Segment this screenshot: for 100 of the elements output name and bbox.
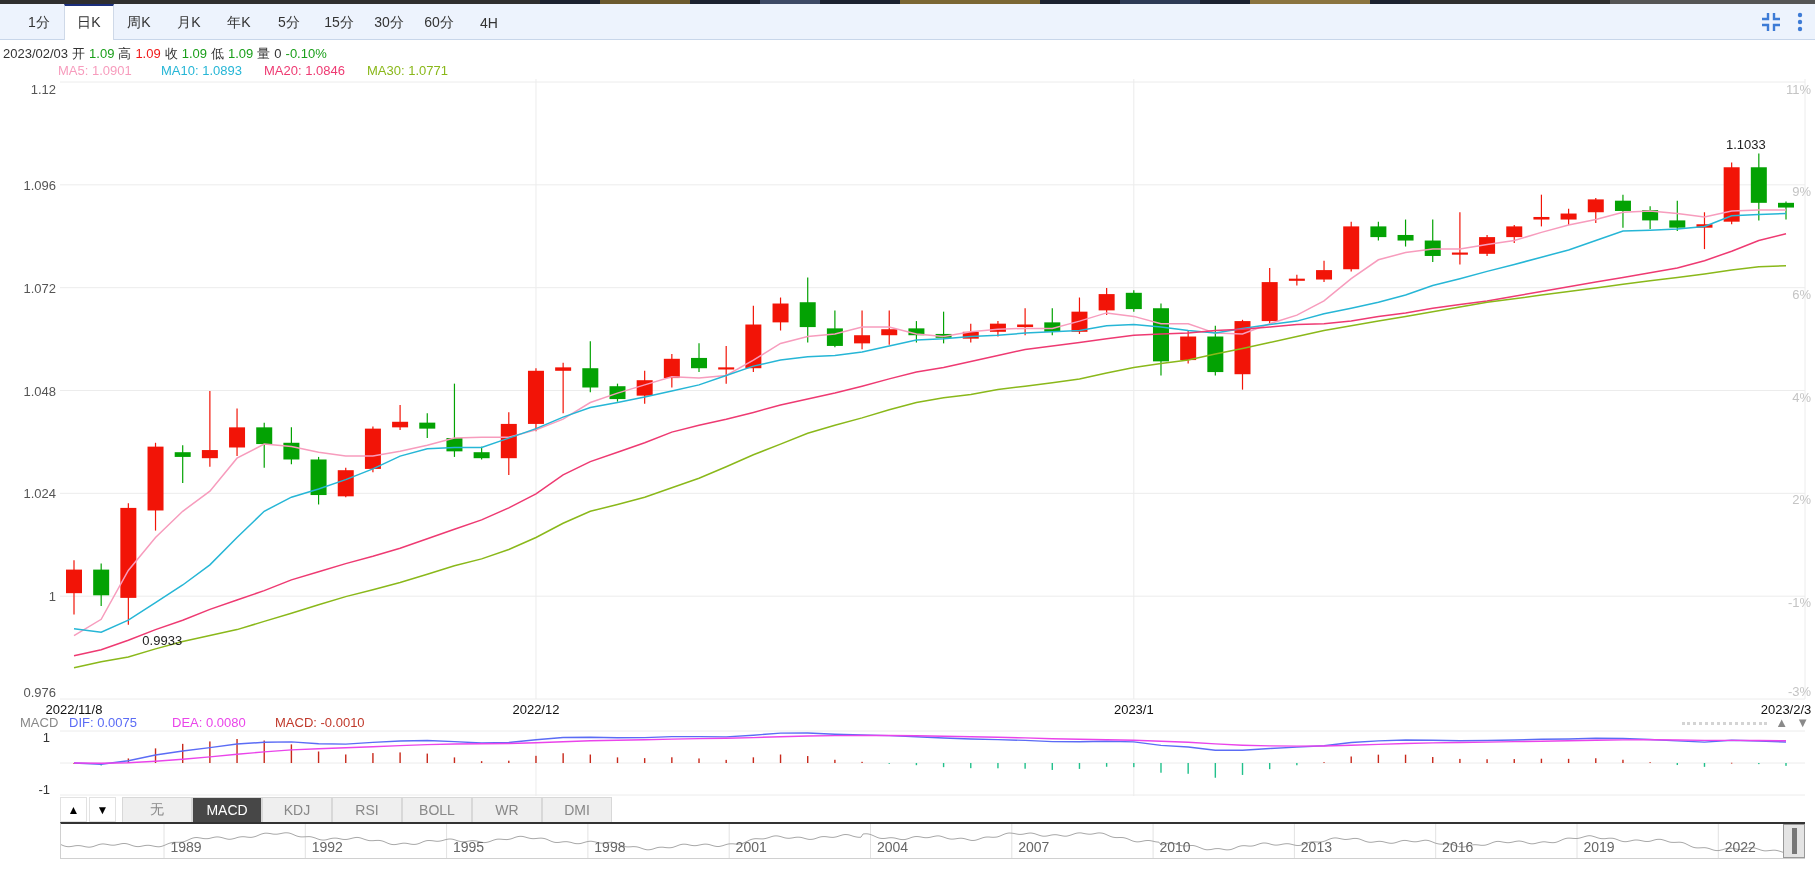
candlestick xyxy=(636,370,653,405)
histogram-bar xyxy=(1241,763,1244,775)
moving-average-value: MA30: 1.0771 xyxy=(367,62,449,79)
histogram-bar xyxy=(453,757,456,763)
candlestick xyxy=(1506,224,1523,244)
period-tab[interactable]: 60分 xyxy=(414,4,464,39)
period-tab[interactable]: 4H xyxy=(464,4,514,39)
candlestick xyxy=(1343,221,1360,272)
indicator-value: DEA: 0.0080 xyxy=(172,716,247,730)
histogram-bar xyxy=(915,763,918,766)
candlestick xyxy=(283,426,300,465)
candlestick xyxy=(1234,319,1251,391)
candlestick xyxy=(229,407,246,457)
candlestick xyxy=(1723,161,1740,225)
date-label: 2023/1 xyxy=(1113,702,1154,716)
candlestick xyxy=(256,422,273,469)
axis-label: 9% xyxy=(1792,183,1811,199)
candlestick xyxy=(826,309,843,348)
quote-value: 1.09 xyxy=(89,45,115,62)
candlestick xyxy=(337,467,354,498)
candlestick xyxy=(609,383,626,403)
axis-label: 6% xyxy=(1792,286,1811,302)
candlestick xyxy=(1614,194,1631,229)
axis-label: -1% xyxy=(1787,595,1811,611)
period-tab[interactable]: 月K xyxy=(164,4,214,39)
histogram-bar xyxy=(1377,754,1380,763)
candlestick xyxy=(582,340,599,393)
candlestick xyxy=(1207,325,1224,377)
histogram-bar xyxy=(1567,758,1570,763)
moving-average-value: MA20: 1.0846 xyxy=(264,62,346,79)
drag-handle[interactable] xyxy=(1682,721,1768,725)
candlestick xyxy=(772,296,789,332)
year-label: 2022 xyxy=(1724,839,1756,855)
histogram-bar xyxy=(1540,758,1543,763)
year-label: 1989 xyxy=(170,839,202,855)
candlestick xyxy=(1017,307,1034,336)
more-icon[interactable] xyxy=(1797,11,1803,32)
candlestick xyxy=(989,320,1006,338)
move-down-button[interactable]: ▼ xyxy=(89,797,116,822)
indicator-tab[interactable]: MACD xyxy=(192,797,262,822)
candlestick xyxy=(1125,289,1142,313)
moving-average-value: MA5: 1.0901 xyxy=(58,62,133,79)
candlestick xyxy=(745,305,762,373)
candlestick xyxy=(691,342,707,373)
histogram-bar xyxy=(317,751,320,763)
candlestick xyxy=(364,425,381,473)
candlestick xyxy=(935,311,952,344)
candlestick xyxy=(473,446,490,461)
year-label: 1995 xyxy=(453,839,485,855)
axis-label: 4% xyxy=(1792,389,1811,405)
period-tab[interactable]: 5分 xyxy=(264,4,314,39)
candlestick xyxy=(1044,307,1061,336)
indicator-value: DIF: 0.0075 xyxy=(69,716,138,730)
year-label: 2001 xyxy=(735,839,767,855)
period-tab[interactable]: 30分 xyxy=(364,4,414,39)
candlestick xyxy=(1479,234,1496,257)
date-label: 2022/12 xyxy=(512,702,560,716)
candlestick xyxy=(1098,287,1115,316)
candlestick xyxy=(718,345,735,385)
axis-label: 1 xyxy=(48,589,56,605)
range-navigator[interactable]: 1989 1992 1995 1998 2001 2004 2007 2010 2013 2016 2019 2022 xyxy=(60,822,1805,859)
candlestick xyxy=(1560,208,1577,226)
period-tab[interactable]: 周K xyxy=(114,4,164,39)
axis-label: 1 xyxy=(42,730,50,745)
period-tab[interactable]: 日K xyxy=(64,4,114,40)
axis-label: 1.024 xyxy=(23,486,56,502)
axis-label: 0.976 xyxy=(23,685,56,700)
indicator-value: MACD xyxy=(20,716,60,730)
histogram-bar xyxy=(616,757,619,763)
quote-label: 低 xyxy=(211,45,224,62)
axis-label: 1.096 xyxy=(23,177,56,193)
candlestick xyxy=(854,309,871,350)
candlestick xyxy=(419,412,436,439)
histogram-bar xyxy=(127,758,130,763)
quote-value: 1.09 xyxy=(181,45,207,62)
histogram-bar xyxy=(1214,763,1217,778)
change-percent: -0.10% xyxy=(285,45,327,62)
period-tab[interactable]: 年K xyxy=(214,4,264,39)
candlestick xyxy=(1424,218,1441,263)
year-label: 2016 xyxy=(1442,839,1474,855)
candlestick xyxy=(1451,211,1468,266)
candlestick xyxy=(1071,296,1088,335)
quote-label: 量 xyxy=(257,45,271,62)
year-label: 1992 xyxy=(311,839,343,855)
candlestick xyxy=(1316,260,1333,283)
axis-label: 11% xyxy=(1785,82,1811,97)
shrink-icon[interactable] xyxy=(1761,11,1781,32)
axis-label: -3% xyxy=(1787,684,1811,699)
histogram-bar xyxy=(779,754,782,763)
candlestick xyxy=(500,411,517,476)
range-handle[interactable] xyxy=(1783,824,1805,858)
period-tab[interactable]: 1分 xyxy=(14,4,64,39)
period-tab[interactable]: 15分 xyxy=(314,4,364,39)
price-label: 0.9933 xyxy=(142,632,183,648)
axis-label: 1.072 xyxy=(23,280,56,296)
year-label: 2007 xyxy=(1018,839,1050,855)
quote-label: 收 xyxy=(164,45,178,62)
histogram-bar xyxy=(1105,763,1108,767)
histogram-bar xyxy=(1404,754,1407,763)
move-up-button[interactable]: ▲ xyxy=(60,797,87,822)
